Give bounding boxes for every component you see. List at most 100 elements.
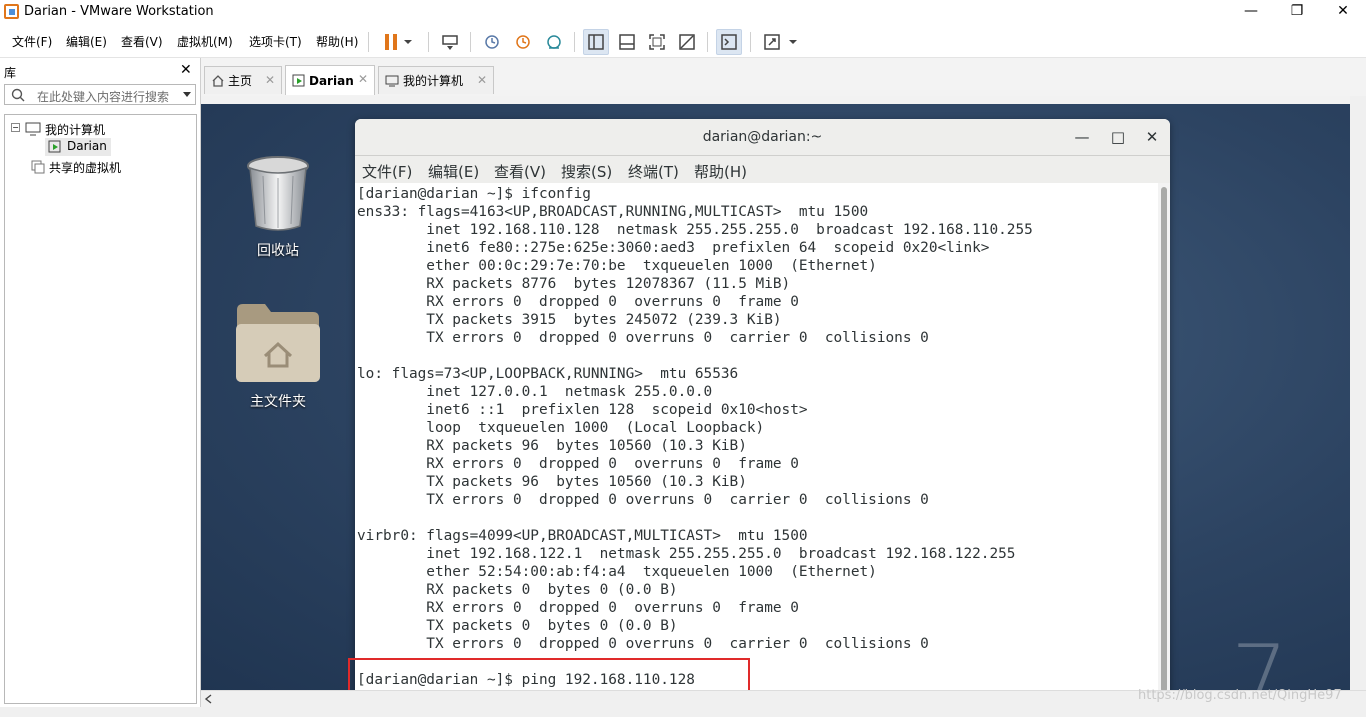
snapshot-icon[interactable] [479,29,505,55]
chevron-down-icon[interactable] [785,29,801,55]
vmware-app-icon [4,4,19,19]
terminal-menu-edit[interactable]: 编辑(E) [428,161,479,182]
terminal-window[interactable]: darian@darian:~ — □ ✕ 文件(F) 编辑(E) 查看(V) … [355,119,1170,690]
terminal-menu-view[interactable]: 查看(V) [494,161,546,182]
library-panel: 库 ✕ 在此处键入内容进行搜索 − 我的计算机 Darian 共享的虚拟机 [0,58,201,717]
restore-button[interactable]: ❐ [1274,0,1320,24]
terminal-menubar: 文件(F) 编辑(E) 查看(V) 搜索(S) 终端(T) 帮助(H) [355,156,1170,183]
tab-label: 我的计算机 [403,74,464,88]
tab-label: 主页 [228,74,253,88]
vm-running-icon [292,74,305,86]
vm-display[interactable]: 回收站 主文件夹 7 darian@darian:~ — □ ✕ 文件(F) 编… [201,96,1350,690]
terminal-line: TX packets 0 bytes 0 (0.0 B) [357,618,678,634]
library-close-button[interactable]: ✕ [180,62,192,78]
status-bar [0,707,1366,717]
terminal-line: RX errors 0 dropped 0 overruns 0 frame 0 [357,294,799,310]
show-library-icon[interactable] [583,29,609,55]
terminal-line: RX packets 8776 bytes 12078367 (11.5 MiB… [357,276,791,292]
tab-home[interactable]: 主页 ✕ [204,66,282,94]
tab-label: Darian [309,73,354,88]
terminal-line: ether 52:54:00:ab:f4:a4 txqueuelen 1000 … [357,564,877,580]
terminal-line: ens33: flags=4163<UP,BROADCAST,RUNNING,M… [357,204,869,220]
menu-vm[interactable]: 虚拟机(M) [177,33,233,50]
send-ctrl-alt-del-icon[interactable] [437,29,463,55]
terminal-line: TX errors 0 dropped 0 overruns 0 carrier… [357,492,929,508]
scroll-left-icon[interactable] [204,694,214,704]
terminal-line: TX errors 0 dropped 0 overruns 0 carrier… [357,636,929,652]
unity-mode-icon[interactable] [674,29,700,55]
tab-close-button[interactable]: ✕ [265,73,275,87]
terminal-line: ether 00:0c:29:7e:70:be txqueuelen 1000 … [357,258,877,274]
terminal-line: TX errors 0 dropped 0 overruns 0 carrier… [357,330,929,346]
toolbar-separator [368,32,369,52]
terminal-close-button[interactable]: ✕ [1143,128,1161,146]
tab-close-button[interactable]: ✕ [477,73,487,87]
terminal-menu-file[interactable]: 文件(F) [362,161,412,182]
terminal-line: [darian@darian ~]$ ifconfig [357,186,591,202]
home-folder-icon[interactable] [235,300,321,384]
terminal-title: darian@darian:~ [702,129,823,145]
tab-my-computer[interactable]: 我的计算机 ✕ [378,66,494,94]
library-search-input[interactable]: 在此处键入内容进行搜索 [4,84,196,105]
collapse-icon[interactable]: − [11,123,20,132]
terminal-output[interactable]: [darian@darian ~]$ ifconfig ens33: flags… [355,183,1158,690]
terminal-line: RX errors 0 dropped 0 overruns 0 frame 0 [357,456,799,472]
terminal-line: inet6 fe80::275e:625e:3060:aed3 prefixle… [357,240,990,256]
fullscreen-icon[interactable] [644,29,670,55]
toolbar-separator [574,32,575,52]
centos-seven-watermark: 7 [1231,626,1289,690]
gnome-top-bar [201,96,1350,104]
menu-edit[interactable]: 编辑(E) [66,33,107,50]
menu-view[interactable]: 查看(V) [121,33,163,50]
console-view-icon[interactable] [716,29,742,55]
revert-snapshot-icon[interactable] [510,29,536,55]
terminal-line: inet 192.168.110.128 netmask 255.255.255… [357,222,1033,238]
trash-icon[interactable] [243,154,313,234]
thumbnail-bar-icon[interactable] [614,29,640,55]
chevron-down-icon[interactable] [183,92,191,98]
highlight-box [348,658,750,690]
terminal-menu-help[interactable]: 帮助(H) [694,161,747,182]
trash-label: 回收站 [257,243,299,259]
terminal-menu-search[interactable]: 搜索(S) [561,161,612,182]
search-placeholder: 在此处键入内容进行搜索 [37,90,170,104]
tab-close-button[interactable]: ✕ [358,72,368,86]
terminal-line: inet6 ::1 prefixlen 128 scopeid 0x10<hos… [357,402,808,418]
snapshot-manager-icon[interactable] [541,29,567,55]
menu-file[interactable]: 文件(F) [12,33,52,50]
terminal-titlebar[interactable]: darian@darian:~ — □ ✕ [355,119,1170,156]
terminal-line: virbr0: flags=4099<UP,BROADCAST,MULTICAS… [357,528,808,544]
chevron-down-icon[interactable] [400,29,416,55]
menu-help[interactable]: 帮助(H) [316,33,358,50]
library-title: 库 [4,66,17,80]
toolbar-separator [428,32,429,52]
terminal-line: TX packets 3915 bytes 245072 (239.3 KiB) [357,312,782,328]
menu-tabs[interactable]: 选项卡(T) [249,33,302,50]
close-button[interactable]: ✕ [1320,0,1366,24]
title-bar: Darian - VMware Workstation — ❐ ✕ [0,0,1366,24]
tab-bar: 主页 ✕ Darian ✕ 我的计算机 ✕ [201,58,1366,96]
tab-darian[interactable]: Darian ✕ [285,65,375,95]
terminal-menu-terminal[interactable]: 终端(T) [628,161,679,182]
terminal-scroll-thumb[interactable] [1161,187,1167,690]
home-icon [212,74,224,87]
stretch-guest-icon[interactable] [759,29,785,55]
terminal-line: RX packets 96 bytes 10560 (10.3 KiB) [357,438,747,454]
csdn-watermark: https://blog.csdn.net/QingHe97 [1138,688,1342,703]
minimize-button[interactable]: — [1228,0,1274,24]
computer-icon [25,122,41,136]
terminal-line: TX packets 96 bytes 10560 (10.3 KiB) [357,474,747,490]
terminal-line: loop txqueuelen 1000 (Local Loopback) [357,420,765,436]
terminal-maximize-button[interactable]: □ [1109,128,1127,146]
tree-label: 我的计算机 [45,123,106,137]
terminal-minimize-button[interactable]: — [1073,128,1091,146]
terminal-scrollbar[interactable] [1158,183,1170,690]
tree-item-darian-vm[interactable]: Darian [45,138,111,156]
search-icon [11,88,25,102]
toolbar-separator [470,32,471,52]
tree-item-my-computer[interactable]: − 我的计算机 [11,120,191,138]
terminal-line: RX packets 0 bytes 0 (0.0 B) [357,582,678,598]
tree-item-shared-vms[interactable]: 共享的虚拟机 [25,158,185,176]
home-folder-label: 主文件夹 [250,394,306,410]
vm-vertical-scrollbar[interactable] [1350,96,1366,690]
